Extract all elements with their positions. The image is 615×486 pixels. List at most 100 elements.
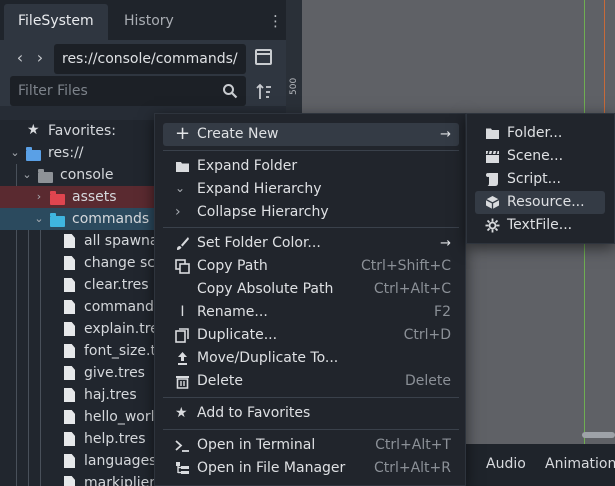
file-icon	[64, 432, 75, 446]
file-icon	[64, 300, 75, 314]
tree-label: commands	[84, 299, 162, 315]
dock-tab-bar: FileSystem History ⋮	[0, 0, 286, 40]
text-cursor-icon: I	[180, 304, 185, 320]
copy-icon	[175, 259, 190, 274]
menu-item-label: Copy Path	[197, 258, 268, 274]
menu-item-label: Create New	[197, 126, 279, 142]
menu-item-duplicate[interactable]: Duplicate... Ctrl+D	[163, 324, 459, 347]
chevron-right-icon: ›	[175, 204, 181, 220]
menu-item-copy-absolute-path[interactable]: Copy Absolute Path Ctrl+Alt+C	[163, 278, 459, 301]
chevron-down-icon: ⌄	[175, 181, 186, 195]
menu-item-label: Move/Duplicate To...	[197, 350, 339, 366]
submenu-item-script[interactable]: Script...	[475, 168, 605, 191]
brush-icon	[177, 237, 189, 250]
search-icon[interactable]	[222, 83, 238, 99]
menu-item-shortcut: Delete	[405, 373, 451, 389]
menu-item-shortcut: Ctrl+D	[403, 327, 451, 343]
menu-separator	[163, 150, 459, 151]
tab-animation[interactable]: Animation	[545, 456, 615, 472]
menu-item-create-new[interactable]: + Create New →	[163, 123, 459, 146]
path-bar: ‹ › res://console/commands/	[0, 40, 286, 76]
tree-label: help.tres	[84, 431, 146, 447]
folder-icon	[50, 213, 65, 227]
chevron-right-icon[interactable]: ›	[33, 186, 45, 208]
menu-item-copy-path[interactable]: Copy Path Ctrl+Shift+C	[163, 255, 459, 278]
tree-label: console	[60, 167, 114, 183]
menu-item-collapse-hierarchy[interactable]: › Collapse Hierarchy	[163, 201, 459, 224]
menu-item-shortcut: Ctrl+Alt+R	[373, 460, 451, 476]
duplicate-icon	[175, 328, 189, 343]
folder-icon	[26, 147, 41, 161]
menu-item-label: Expand Folder	[197, 158, 298, 174]
cube-icon	[485, 196, 500, 209]
menu-item-label: Duplicate...	[197, 327, 278, 343]
favorites-label: Favorites:	[48, 123, 116, 139]
folder-icon	[50, 191, 65, 205]
menu-item-shortcut: Ctrl+Shift+C	[361, 258, 451, 274]
tree-label: assets	[72, 189, 117, 205]
menu-item-expand-folder[interactable]: Expand Folder	[163, 155, 459, 178]
ruler-label: 500	[289, 77, 299, 95]
file-icon	[64, 256, 75, 270]
submenu-item-textfile[interactable]: TextFile...	[475, 214, 605, 237]
tree-label: haj.tres	[84, 387, 137, 403]
tree-label: hello_world	[84, 409, 164, 425]
menu-item-label: Open in File Manager	[197, 460, 346, 476]
tab-history[interactable]: History	[110, 4, 188, 40]
menu-item-label: Open in Terminal	[197, 437, 316, 453]
menu-separator	[163, 227, 459, 228]
menu-item-shortcut: Ctrl+Alt+C	[373, 281, 451, 297]
menu-item-shortcut: Ctrl+Alt+T	[375, 437, 451, 453]
chevron-down-icon[interactable]: ⌄	[21, 164, 33, 186]
tree-label: give.tres	[84, 365, 145, 381]
file-manager-icon	[176, 462, 189, 474]
submenu-item-label: Folder...	[507, 125, 563, 141]
menu-item-open-terminal[interactable]: Open in Terminal Ctrl+Alt+T	[163, 434, 459, 457]
text-file-icon	[485, 218, 500, 233]
back-icon[interactable]: ‹	[13, 46, 27, 70]
menu-item-delete[interactable]: Delete Delete	[163, 370, 459, 393]
star-icon: ★	[175, 405, 188, 421]
menu-item-label: Set Folder Color...	[197, 235, 321, 251]
submenu-item-scene[interactable]: Scene...	[475, 145, 605, 168]
tab-audio[interactable]: Audio	[486, 456, 526, 472]
forward-icon[interactable]: ›	[33, 46, 47, 70]
filter-files-input[interactable]	[18, 76, 218, 106]
tree-label: change sce	[84, 255, 164, 271]
chevron-down-icon[interactable]: ⌄	[9, 142, 21, 164]
submenu-item-resource[interactable]: Resource...	[475, 191, 605, 214]
context-menu: + Create New → Expand Folder ⌄ Expand Hi…	[154, 113, 466, 486]
menu-item-open-file-manager[interactable]: Open in File Manager Ctrl+Alt+R	[163, 457, 459, 480]
filter-field	[10, 76, 246, 106]
tab-filesystem[interactable]: FileSystem	[4, 4, 108, 40]
menu-item-label: Add to Favorites	[197, 405, 311, 421]
toggle-layout-icon[interactable]	[255, 49, 272, 65]
menu-item-add-favorites[interactable]: ★ Add to Favorites	[163, 402, 459, 425]
chevron-down-icon[interactable]: ⌄	[33, 208, 45, 230]
file-icon	[64, 388, 75, 402]
filter-bar	[0, 76, 286, 106]
dock-menu-icon[interactable]: ⋮	[268, 12, 283, 30]
menu-item-label: Delete	[197, 373, 243, 389]
sort-icon[interactable]	[255, 83, 273, 101]
submenu-item-folder[interactable]: Folder...	[475, 122, 605, 145]
submenu-arrow-icon: →	[440, 236, 451, 251]
trash-icon	[176, 376, 189, 389]
file-icon	[64, 278, 75, 292]
menu-item-shortcut: F2	[434, 304, 451, 320]
guide-line	[604, 0, 605, 120]
menu-item-move-duplicate[interactable]: Move/Duplicate To...	[163, 347, 459, 370]
tree-label: font_size.tr	[84, 343, 162, 359]
menu-item-rename[interactable]: I Rename... F2	[163, 301, 459, 324]
path-input[interactable]: res://console/commands/	[54, 44, 246, 74]
menu-item-label: Collapse Hierarchy	[197, 204, 329, 220]
submenu-arrow-icon: →	[440, 127, 451, 142]
folder-icon	[38, 169, 53, 183]
create-new-submenu: Folder... Scene... Script... Resource...…	[466, 113, 615, 244]
menu-item-expand-hierarchy[interactable]: ⌄ Expand Hierarchy	[163, 178, 459, 201]
menu-item-set-folder-color[interactable]: Set Folder Color... →	[163, 232, 459, 255]
file-icon	[64, 454, 75, 468]
viewport-scrollbar[interactable]	[582, 432, 615, 438]
plus-icon: +	[175, 123, 191, 144]
tree-label: clear.tres	[84, 277, 149, 293]
